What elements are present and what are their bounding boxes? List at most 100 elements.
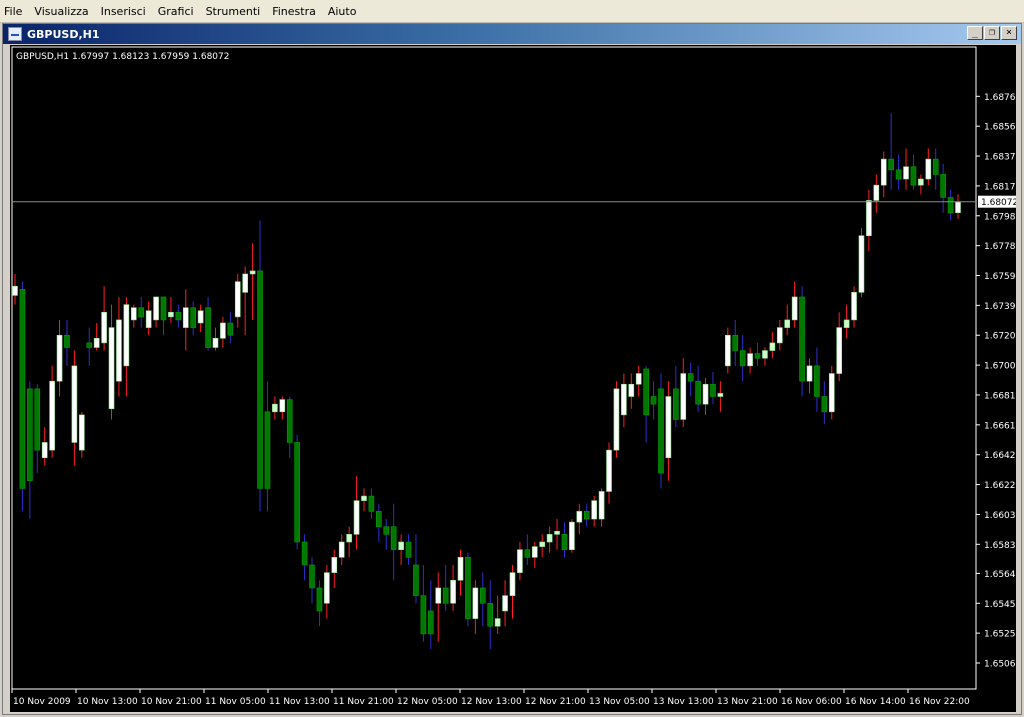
- candle-body: [205, 307, 211, 348]
- x-tick-label: 12 Nov 05:00: [397, 697, 458, 707]
- candle-body: [546, 534, 553, 543]
- y-tick-label: 1.67980: [984, 212, 1016, 222]
- candle-body: [531, 546, 538, 558]
- menu-item-inserisci[interactable]: Inserisci: [95, 5, 152, 18]
- candle-body: [680, 373, 687, 420]
- candle-body: [613, 388, 620, 451]
- candle-body: [420, 595, 427, 635]
- candle-body: [79, 414, 85, 451]
- y-tick-label: 1.67785: [984, 242, 1016, 252]
- candle-body: [494, 618, 501, 627]
- current-price-label: 1.68072: [981, 198, 1016, 208]
- x-tick-label: 13 Nov 05:00: [589, 697, 650, 707]
- candle-body: [487, 602, 494, 627]
- candle-body: [814, 365, 820, 397]
- candle-body: [702, 383, 709, 405]
- candle-body: [873, 184, 880, 201]
- candle-body: [353, 500, 360, 535]
- x-tick-label: 10 Nov 13:00: [77, 697, 138, 707]
- candle-body: [19, 288, 26, 489]
- candle-body: [925, 158, 932, 180]
- candle-body: [747, 353, 753, 367]
- candle-body: [93, 338, 100, 348]
- candle-body: [479, 587, 486, 604]
- candle-body: [517, 549, 523, 573]
- x-tick-label: 16 Nov 06:00: [781, 697, 842, 707]
- chart-info-label: GBPUSD,H1 1.67997 1.68123 1.67959 1.6807…: [16, 52, 229, 62]
- candle-body: [836, 327, 842, 374]
- candle-body: [509, 572, 516, 596]
- candle-body: [791, 296, 798, 321]
- candle-body: [628, 383, 635, 397]
- candle-body: [776, 327, 783, 344]
- x-tick-label: 11 Nov 05:00: [205, 697, 266, 707]
- candle-body: [866, 200, 872, 236]
- x-tick-label: 13 Nov 13:00: [653, 697, 714, 707]
- candle-body: [940, 174, 946, 198]
- candle-body: [227, 322, 234, 336]
- candle-body: [331, 557, 338, 573]
- menu-item-visualizza[interactable]: Visualizza: [28, 5, 94, 18]
- candle-body: [301, 541, 308, 566]
- candle-body: [457, 557, 464, 581]
- candle-body: [903, 166, 909, 180]
- y-tick-label: 1.68760: [984, 93, 1016, 103]
- y-tick-label: 1.67005: [984, 362, 1016, 372]
- candle-body: [153, 296, 159, 321]
- y-tick-label: 1.65255: [984, 630, 1016, 640]
- candle-body: [272, 403, 278, 413]
- candle-body: [918, 178, 924, 186]
- restore-button[interactable]: ❐: [984, 26, 1000, 40]
- candle-body: [56, 334, 63, 382]
- candle-body: [71, 365, 78, 443]
- x-tick-label: 12 Nov 13:00: [461, 697, 522, 707]
- candle-body: [754, 353, 761, 359]
- candle-body: [658, 388, 664, 474]
- candle-body: [175, 311, 182, 321]
- window-title-bar[interactable]: GBPUSD,H1 _ ❐ ×: [3, 24, 1021, 44]
- x-tick-label: 16 Nov 22:00: [909, 697, 970, 707]
- y-tick-label: 1.67395: [984, 302, 1016, 312]
- y-tick-label: 1.68175: [984, 182, 1016, 192]
- menu-item-file[interactable]: File: [0, 5, 28, 18]
- candle-body: [338, 541, 345, 558]
- candle-body: [212, 338, 219, 348]
- candle-body: [242, 273, 248, 293]
- candle-body: [465, 557, 471, 619]
- candle-body: [435, 587, 442, 604]
- candle-body: [413, 564, 419, 596]
- candle-body: [910, 166, 917, 186]
- candlestick-chart[interactable]: 1.68760 1.68565 1.68370 1.68175 1.67980 1.677…: [10, 45, 1021, 712]
- candle-body: [799, 296, 805, 382]
- menu-item-strumenti[interactable]: Strumenti: [200, 5, 267, 18]
- close-button[interactable]: ×: [1001, 26, 1017, 40]
- candle-body: [324, 572, 330, 604]
- candle-body: [762, 350, 768, 359]
- candle-body: [234, 281, 241, 318]
- candle-body: [123, 304, 130, 367]
- candle-body: [286, 399, 293, 443]
- candle-body: [673, 388, 679, 420]
- menu-item-grafici[interactable]: Grafici: [152, 5, 200, 18]
- candle-body: [405, 541, 412, 558]
- candle-body: [12, 285, 18, 296]
- chart-window: GBPUSD,H1 _ ❐ × 1.687601.685651.683701.6…: [2, 23, 1022, 715]
- candle-body: [86, 342, 93, 348]
- chart-area[interactable]: 1.68760 1.68565 1.68370 1.68175 1.67980 1.677…: [10, 45, 1021, 712]
- candle-body: [346, 534, 352, 543]
- candle-body: [695, 380, 701, 405]
- minimize-button[interactable]: _: [967, 26, 983, 40]
- menu-item-finestra[interactable]: Finestra: [266, 5, 322, 18]
- menu-item-aiuto[interactable]: Aiuto: [322, 5, 363, 18]
- candle-body: [687, 373, 694, 382]
- candle-body: [554, 530, 560, 535]
- candle-body: [279, 399, 286, 413]
- y-tick-label: 1.67590: [984, 272, 1016, 282]
- candle-body: [591, 500, 597, 520]
- candle-body: [955, 201, 961, 214]
- candle-body: [806, 365, 813, 382]
- candle-body: [784, 319, 791, 328]
- candle-body: [821, 396, 828, 413]
- x-tick-label: 12 Nov 21:00: [525, 697, 586, 707]
- candle-body: [858, 235, 865, 293]
